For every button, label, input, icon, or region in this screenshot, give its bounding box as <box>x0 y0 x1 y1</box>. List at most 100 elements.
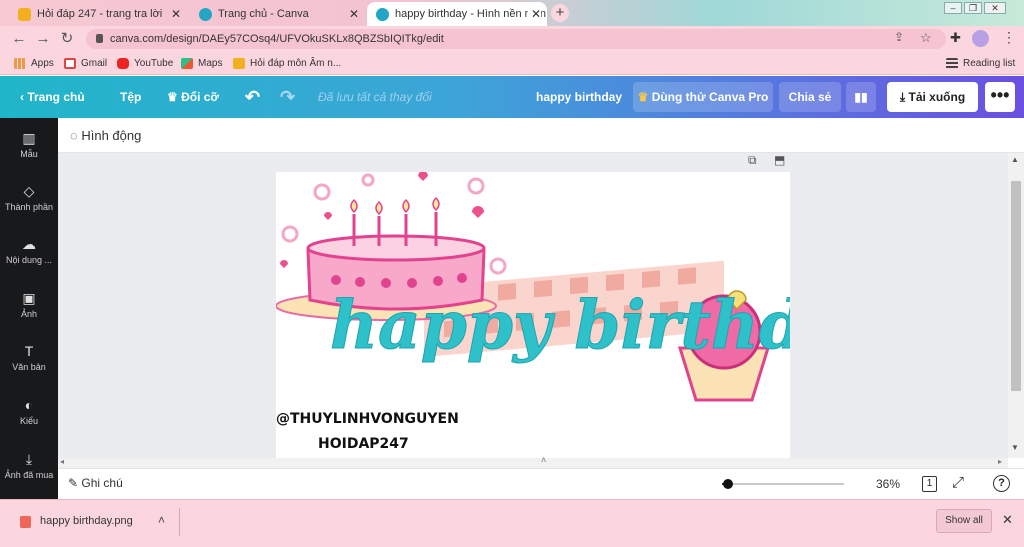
notes-button[interactable]: ✎ Ghi chú <box>68 476 123 490</box>
chevron-up-icon[interactable]: ˄ <box>158 513 165 527</box>
bookmark-label: Maps <box>198 58 223 69</box>
template-icon: ▥ <box>22 130 36 146</box>
bookmark-label: Apps <box>31 58 54 69</box>
close-tab-icon[interactable]: ✕ <box>171 2 181 26</box>
back-icon[interactable]: ← <box>10 30 28 48</box>
url-text: canva.com/design/DAEy57COsq4/UFVOkuSKLx8… <box>110 33 444 45</box>
sidebar-item-templates[interactable]: ▥ Mẫu <box>0 130 58 159</box>
design-title[interactable]: happy birthday <box>536 76 622 118</box>
address-bar-row: ← → ↻ canva.com/design/DAEy57COsq4/UFVOk… <box>0 26 1024 52</box>
download-file-name: happy birthday.png <box>40 515 133 527</box>
apps-grid-icon <box>14 58 26 69</box>
fullscreen-icon[interactable]: ⤢ <box>952 474 964 491</box>
help-icon[interactable]: ? <box>993 475 1010 492</box>
youtube-icon <box>117 58 129 69</box>
url-field[interactable]: canva.com/design/DAEy57COsq4/UFVOkuSKLx8… <box>86 29 946 49</box>
sidebar-item-label: Thành phần <box>4 202 54 212</box>
download-button[interactable]: ⤓ Tải xuống <box>887 82 978 112</box>
scroll-down-icon[interactable]: ▼ <box>1011 443 1019 452</box>
scroll-left-icon[interactable]: ◂ <box>60 457 64 466</box>
horizontal-scrollbar[interactable]: ◂ ˄ ▸ <box>58 455 1008 468</box>
bookmark-maps[interactable]: Maps <box>181 56 222 71</box>
sidebar-item-photos[interactable]: ▣ Ảnh <box>0 290 58 319</box>
bookmark-youtube[interactable]: YouTube <box>117 56 173 71</box>
sidebar-item-elements[interactable]: ◇ Thành phần <box>0 183 58 212</box>
sidebar-item-purchased[interactable]: ⤓ Ảnh đã mua <box>0 451 58 480</box>
close-downloads-icon[interactable]: ✕ <box>1002 512 1013 528</box>
birthday-artwork[interactable]: happy birthday @THUYLINHVONGUYEN HOIDAP2… <box>276 172 790 458</box>
animate-label: Hình động <box>81 128 142 143</box>
more-options-icon[interactable]: ••• <box>985 82 1015 112</box>
minimize-icon[interactable]: – <box>944 2 962 14</box>
reload-icon[interactable]: ↻ <box>58 30 76 48</box>
sidebar-item-styles[interactable]: ◐ Kiểu <box>0 397 58 426</box>
vertical-scrollbar[interactable]: ▲ ▼ <box>1008 153 1024 458</box>
zoom-slider[interactable] <box>722 479 844 489</box>
scrollbar-thumb[interactable] <box>1011 181 1021 391</box>
download-label: Tải xuống <box>908 90 966 104</box>
gmail-icon <box>64 58 76 69</box>
zoom-level[interactable]: 36% <box>876 477 900 491</box>
window-close-icon[interactable]: ✕ <box>984 2 1006 14</box>
lock-icon <box>96 34 103 43</box>
sidebar-item-uploads[interactable]: ☁ Nội dung ... <box>0 236 58 265</box>
editor-sidebar: ▥ Mẫu ◇ Thành phần ☁ Nội dung ... ▣ Ảnh T Văn… <box>0 118 58 499</box>
reading-list-icon <box>946 58 958 69</box>
share-page-icon[interactable]: ⇪ <box>894 30 904 44</box>
design-page[interactable]: happy birthday @THUYLINHVONGUYEN HOIDAP2… <box>276 172 790 458</box>
extensions-icon[interactable]: ✚ <box>950 30 961 46</box>
tab-hoidap[interactable]: Hỏi đáp 247 - trang tra lời ✕ <box>9 2 187 26</box>
tab-title: Trang chủ - Canva <box>218 8 309 20</box>
scroll-right-icon[interactable]: ▸ <box>998 457 1002 466</box>
downloads-bar: happy birthday.png ˄ Show all ✕ <box>0 499 1024 547</box>
sidebar-item-label: Mẫu <box>20 149 38 159</box>
download-item[interactable]: happy birthday.png ˄ <box>8 508 180 536</box>
headline-text: happy birthday <box>330 286 790 364</box>
home-button[interactable]: ‹ Trang chủ <box>20 76 85 118</box>
redo-icon[interactable]: ↷ <box>280 76 295 118</box>
duplicate-page-icon[interactable]: ⧉ <box>748 153 757 168</box>
bookmark-star-icon[interactable]: ☆ <box>920 30 932 46</box>
close-tab-icon[interactable]: ✕ <box>527 2 541 26</box>
undo-icon[interactable]: ↶ <box>245 76 260 118</box>
browser-tab-strip: Hỏi đáp 247 - trang tra lời ✕ Trang chủ … <box>0 0 1024 26</box>
resize-label: Đổi cỡ <box>181 90 219 104</box>
browser-menu-icon[interactable]: ⋮ <box>1002 29 1016 46</box>
elements-icon: ◇ <box>23 183 35 199</box>
forward-icon[interactable]: → <box>34 30 52 48</box>
notes-label: Ghi chú <box>81 476 123 490</box>
share-button[interactable]: Chia sẻ <box>779 82 841 112</box>
resize-button[interactable]: ♛ Đổi cỡ <box>167 76 219 118</box>
profile-avatar[interactable] <box>972 30 989 47</box>
bookmark-apps[interactable]: Apps <box>14 56 54 71</box>
add-page-icon[interactable]: ⬒ <box>774 153 785 167</box>
file-menu-button[interactable]: Tệp <box>120 76 141 118</box>
insights-chart-icon[interactable]: ▮▮ <box>846 82 876 112</box>
animate-button[interactable]: ◌ Hình động <box>70 128 141 143</box>
sidebar-item-label: Kiểu <box>19 416 38 426</box>
bookmark-label: Gmail <box>81 58 108 69</box>
page-count-button[interactable]: 1 <box>922 476 937 492</box>
save-status: Đã lưu tất cả thay đổi <box>318 90 432 104</box>
canvas-workspace: ⧉ ⬒ happy birth @THUYLINHVONGUYEN HOIDAP… <box>58 153 1008 458</box>
context-toolbar: ◌ Hình động <box>58 118 1024 153</box>
scroll-up-icon[interactable]: ▲ <box>1011 155 1019 164</box>
bookmark-gmail[interactable]: Gmail <box>64 56 107 71</box>
new-tab-button[interactable]: + <box>551 4 569 22</box>
zoom-slider-handle[interactable] <box>723 479 733 489</box>
tab-happy-birthday[interactable]: happy birthday - Hình nền màn h ✕ <box>367 2 547 26</box>
watermark-handle: @THUYLINHVONGUYEN <box>276 411 459 427</box>
collapse-pages-icon[interactable]: ˄ <box>541 455 546 465</box>
bookmark-label: YouTube <box>134 58 174 69</box>
watermark-site: HOIDAP247 <box>318 436 409 452</box>
show-all-button[interactable]: Show all <box>936 509 992 533</box>
close-tab-icon[interactable]: ✕ <box>349 2 359 26</box>
restore-icon[interactable]: ❐ <box>964 2 982 14</box>
palette-icon: ◐ <box>24 397 34 413</box>
bookmark-hoidap[interactable]: Hỏi đáp môn Âm n... <box>233 56 341 71</box>
sidebar-item-text[interactable]: T Văn bản <box>0 343 58 372</box>
reading-list[interactable]: Reading list <box>946 56 1015 71</box>
try-pro-button[interactable]: ♛ Dùng thử Canva Pro <box>633 82 773 112</box>
tab-canva-home[interactable]: Trang chủ - Canva ✕ <box>190 2 365 26</box>
canva-favicon-icon <box>376 8 389 21</box>
